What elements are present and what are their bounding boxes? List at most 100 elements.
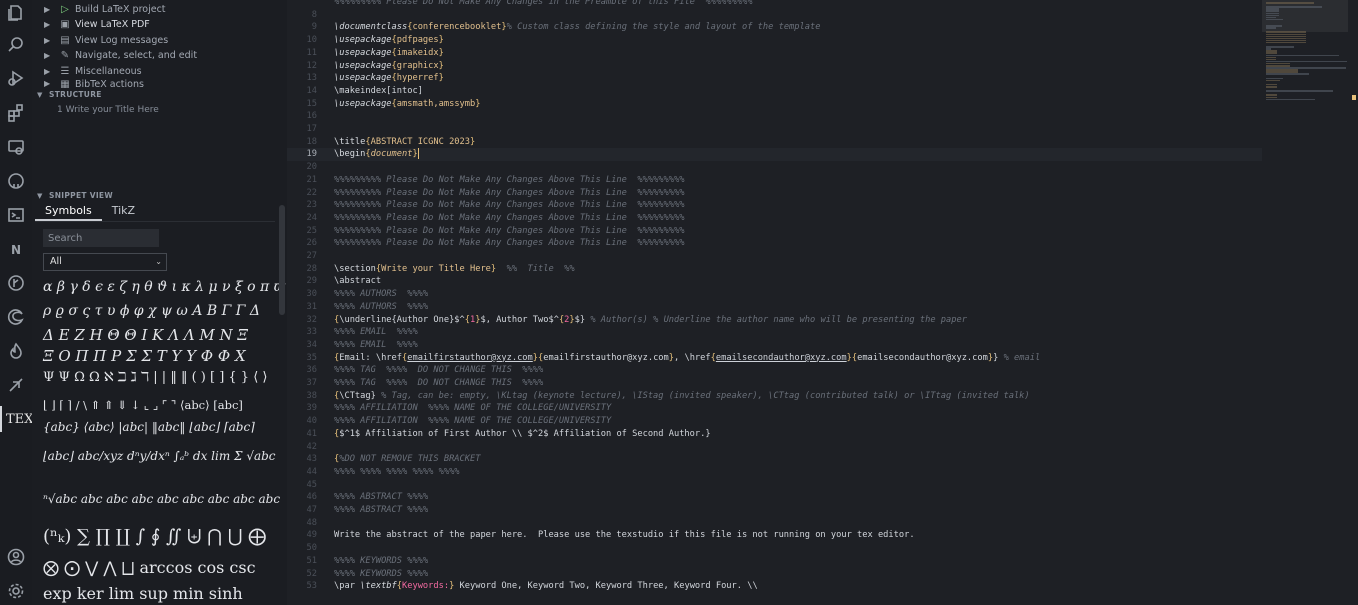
code-line[interactable]: 39 %%%% AFFILIATION %%%% NAME OF THE COLL… (287, 402, 1262, 415)
minimap[interactable] (1262, 0, 1358, 605)
chevron-right-icon: ▶ (44, 79, 51, 88)
code-line[interactable]: 12 \usepackage{graphicx} (287, 60, 1262, 73)
code-line[interactable]: 33 %%%% EMAIL %%%% (287, 326, 1262, 339)
command-label: Miscellaneous (75, 66, 142, 77)
code-line[interactable]: 18 \title{ABSTRACT ICGNC 2023} (287, 136, 1262, 149)
command-build-latex[interactable]: ▶ ▷ Build LaTeX project (44, 2, 166, 17)
code-line[interactable]: 53 \par \textbf{Keywords:} Keyword One, K… (287, 580, 1262, 593)
code-line[interactable]: 21 %%%%%%%%% Please Do Not Make Any Chang… (287, 174, 1262, 187)
structure-item[interactable]: 1 Write your Title Here (57, 105, 159, 115)
code-line[interactable]: 34 %%%% EMAIL %%%% (287, 339, 1262, 352)
code-line[interactable]: 31 %%%% AUTHORS %%%% (287, 301, 1262, 314)
symbol-row[interactable]: {abc} ⟨abc⟩ |abc| ‖abc‖ ⌊abc⌋ ⌈abc⌉ (43, 420, 255, 434)
symbol-row[interactable]: Δ E Z H Θ Θ I K Λ Λ M N Ξ (43, 326, 248, 344)
symbol-row[interactable]: Ξ O Π Π P Σ Σ T Υ Υ Φ Φ X (43, 347, 246, 365)
code-line[interactable]: 13 \usepackage{hyperref} (287, 72, 1262, 85)
run-debug-icon[interactable] (6, 69, 26, 89)
code-line[interactable]: 38 {\CTtag} % Tag, can be: empty, \KLtag … (287, 390, 1262, 403)
git-icon[interactable] (6, 274, 26, 294)
code-line[interactable]: 19 \begin{document} (287, 148, 1262, 162)
code-line[interactable]: 28 \section{Write your Title Here} %% Tit… (287, 263, 1262, 276)
code-line[interactable]: 26 %%%%%%%%% Please Do Not Make Any Chang… (287, 237, 1262, 250)
command-misc[interactable]: ▶ ☰ Miscellaneous (44, 64, 142, 79)
symbol-row[interactable]: (ⁿₖ) ∑ ∏ ∐ ∫ ∮ ∬ ⨄ ⋂ ⋃ ⨁ (43, 526, 266, 547)
command-view-pdf[interactable]: ▶ ▣ View LaTeX PDF (44, 17, 150, 32)
symbol-row[interactable]: exp ker lim sup min sinh (43, 584, 243, 603)
code-line[interactable]: 45 (287, 479, 1262, 492)
code-line[interactable]: 44 %%%% %%%% %%%% %%%% %%%% (287, 466, 1262, 479)
line-text: %%%% KEYWORDS %%%% (334, 555, 429, 566)
tab-symbols[interactable]: Symbols (35, 203, 102, 221)
symbol-row[interactable]: ⌊abc⌋ abc/xyz dⁿy/dxⁿ ∫ₐᵇ dx lim Σ √abc (43, 449, 276, 463)
code-line[interactable]: 41 {$^1$ Affiliation of First Author \\ $… (287, 428, 1262, 441)
symbol-filter-select[interactable]: All ⌄ (43, 253, 167, 271)
code-line[interactable]: 25 %%%%%%%%% Please Do Not Make Any Chang… (287, 225, 1262, 238)
command-bibtex[interactable]: ▶ ▦ BibTeX actions (44, 79, 144, 88)
chevron-right-icon: ▶ (44, 36, 51, 45)
code-line[interactable]: 51 %%%% KEYWORDS %%%% (287, 555, 1262, 568)
code-line[interactable]: 23 %%%%%%%%% Please Do Not Make Any Chang… (287, 199, 1262, 212)
code-line[interactable]: 8 (287, 9, 1262, 22)
symbol-row[interactable]: α β γ δ ϵ ε ζ η θ ϑ ι κ λ μ ν ξ ο π ϖ (43, 279, 285, 295)
tex-icon[interactable]: TEX (6, 410, 33, 430)
extensions-icon[interactable] (6, 104, 26, 124)
symbol-row[interactable]: ⨂ ⨀ ⋁ ⋀ ⨆ arccos cos csc (43, 558, 256, 578)
symbol-row[interactable]: ⌊ ⌋ ⌈ ⌉ / \ ⇑ ⇑ ⇓ ↓ ⌞ ⌟ ⌜ ⌝ ⟨abc⟩ [abc] (43, 398, 243, 412)
code-line[interactable]: 10 \usepackage{pdfpages} (287, 34, 1262, 47)
filter-value: All (50, 256, 62, 267)
flame-icon[interactable] (6, 342, 26, 362)
code-line[interactable]: 22 %%%%%%%%% Please Do Not Make Any Chang… (287, 187, 1262, 200)
snippet-header[interactable]: ▼ SNIPPET VIEW (37, 191, 113, 200)
code-line[interactable]: 9 \documentclass{conferencebooklet}% Cust… (287, 21, 1262, 34)
code-line[interactable]: 24 %%%%%%%%% Please Do Not Make Any Chang… (287, 212, 1262, 225)
github-icon[interactable] (6, 172, 26, 192)
code-line[interactable]: 27 (287, 250, 1262, 263)
code-line[interactable]: 16 (287, 110, 1262, 123)
code-line[interactable]: 14 \makeindex[intoc] (287, 85, 1262, 98)
code-line[interactable]: 11 \usepackage{imakeidx} (287, 47, 1262, 60)
code-line[interactable]: 36 %%%% TAG %%%% DO NOT CHANGE THIS %%%% (287, 364, 1262, 377)
minimap-line (1266, 18, 1283, 21)
code-line[interactable]: 52 %%%% KEYWORDS %%%% (287, 568, 1262, 581)
line-text: %%%% KEYWORDS %%%% (334, 568, 429, 579)
lightning-icon[interactable] (6, 376, 26, 396)
code-line[interactable]: 29 \abstract (287, 275, 1262, 288)
command-view-log[interactable]: ▶ ▤ View Log messages (44, 33, 168, 48)
tab-tikz[interactable]: TikZ (102, 203, 145, 221)
terminal-icon[interactable] (6, 206, 26, 226)
code-line[interactable]: 46 %%%% ABSTRACT %%%% (287, 491, 1262, 504)
settings-icon[interactable] (6, 582, 26, 602)
code-line[interactable]: 20 (287, 161, 1262, 174)
code-line[interactable]: 43 {%DO NOT REMOVE THIS BRACKET (287, 453, 1262, 466)
symbol-search-input[interactable] (43, 229, 159, 247)
code-line[interactable]: 17 (287, 123, 1262, 136)
edge-icon[interactable] (6, 308, 26, 328)
line-number: 24 (306, 212, 317, 223)
minimap-line (1266, 98, 1315, 101)
code-line[interactable]: 37 %%%% TAG %%%% DO NOT CHANGE THIS %%%% (287, 377, 1262, 390)
remote-icon[interactable] (6, 138, 26, 158)
code-line[interactable]: 30 %%%% AUTHORS %%%% (287, 288, 1262, 301)
code-line[interactable]: 15 \usepackage{amsmath,amssymb} (287, 98, 1262, 111)
code-line[interactable]: 47 %%%% ABSTRACT %%%% (287, 504, 1262, 517)
account-icon[interactable] (6, 548, 26, 568)
sidebar-scrollbar[interactable] (279, 205, 285, 315)
symbol-row[interactable]: ρ ϱ σ ς τ υ ϕ φ χ ψ ω A B Γ Γ Δ (43, 303, 260, 319)
code-line[interactable]: 42 (287, 441, 1262, 454)
code-editor[interactable]: %%%%%%%%% Please Do Not Make Any Changes… (287, 0, 1262, 605)
code-line[interactable]: 40 %%%% AFFILIATION %%%% NAME OF THE COLL… (287, 415, 1262, 428)
code-line[interactable]: 35 {Email: \href{emailfirstauthor@xyz.com… (287, 352, 1262, 365)
code-line[interactable]: 49 Write the abstract of the paper here. … (287, 529, 1262, 542)
explorer-icon[interactable] (6, 4, 26, 24)
code-line[interactable]: 48 (287, 517, 1262, 530)
search-icon[interactable] (6, 36, 26, 56)
line-number: 13 (306, 73, 317, 84)
symbol-row[interactable]: ⁿ√abc abc abc abc abc abc abc abc abc (43, 492, 280, 506)
symbol-row[interactable]: Ψ Ψ Ω Ω ℵ ℶ ℷ ℸ | | ‖ ‖ ( ) [ ] { } ⟨ ⟩ (43, 370, 268, 385)
n-icon[interactable]: N (6, 240, 26, 260)
code-line[interactable]: 50 (287, 542, 1262, 555)
structure-header[interactable]: ▼ STRUCTURE (37, 90, 102, 99)
command-navigate[interactable]: ▶ ✎ Navigate, select, and edit (44, 48, 197, 63)
code-line[interactable]: 32 {\underline{Author One}$^{1}$, Author … (287, 314, 1262, 327)
code-line[interactable]: %%%%%%%%% Please Do Not Make Any Changes… (287, 0, 1262, 9)
